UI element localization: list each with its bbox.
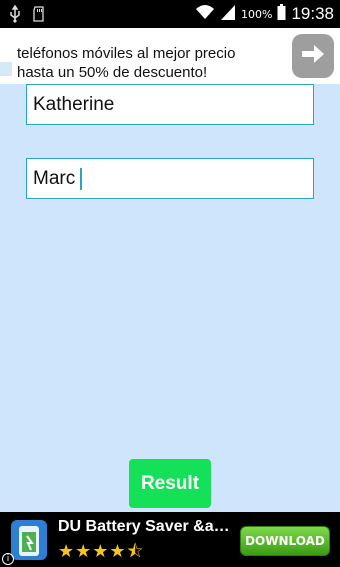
arrow-right-icon xyxy=(300,42,326,70)
usb-icon xyxy=(8,4,22,23)
app-title: DU Battery Saver &a… xyxy=(58,518,230,535)
ad-text-line2: hasta un 50% de descuento! xyxy=(17,64,208,81)
info-icon[interactable]: i xyxy=(2,553,14,565)
status-bar: 100% 19:38 xyxy=(0,0,340,28)
rating-stars: ★★★★⯪ xyxy=(58,541,145,562)
sd-card-icon xyxy=(32,5,46,23)
ad-text-line1: teléfonos móviles al mejor precio xyxy=(17,45,236,62)
ad-choices-icon[interactable] xyxy=(0,62,12,76)
signal-icon xyxy=(220,3,236,25)
second-name-input[interactable] xyxy=(26,158,314,199)
battery-percent: 100% xyxy=(241,7,273,21)
first-name-input[interactable] xyxy=(26,84,314,125)
bottom-ad-banner[interactable]: DU Battery Saver &a… ★★★★⯪ DOWNLOAD i xyxy=(0,512,340,567)
download-button[interactable]: DOWNLOAD xyxy=(240,526,330,556)
text-cursor xyxy=(80,168,82,190)
clock: 19:38 xyxy=(291,4,334,23)
battery-icon xyxy=(277,3,286,25)
wifi-icon xyxy=(195,3,215,25)
top-ad-banner[interactable]: teléfonos móviles al mejor precio hasta … xyxy=(0,28,340,84)
ad-arrow-button[interactable] xyxy=(292,34,334,78)
result-button[interactable]: Result xyxy=(129,459,211,508)
